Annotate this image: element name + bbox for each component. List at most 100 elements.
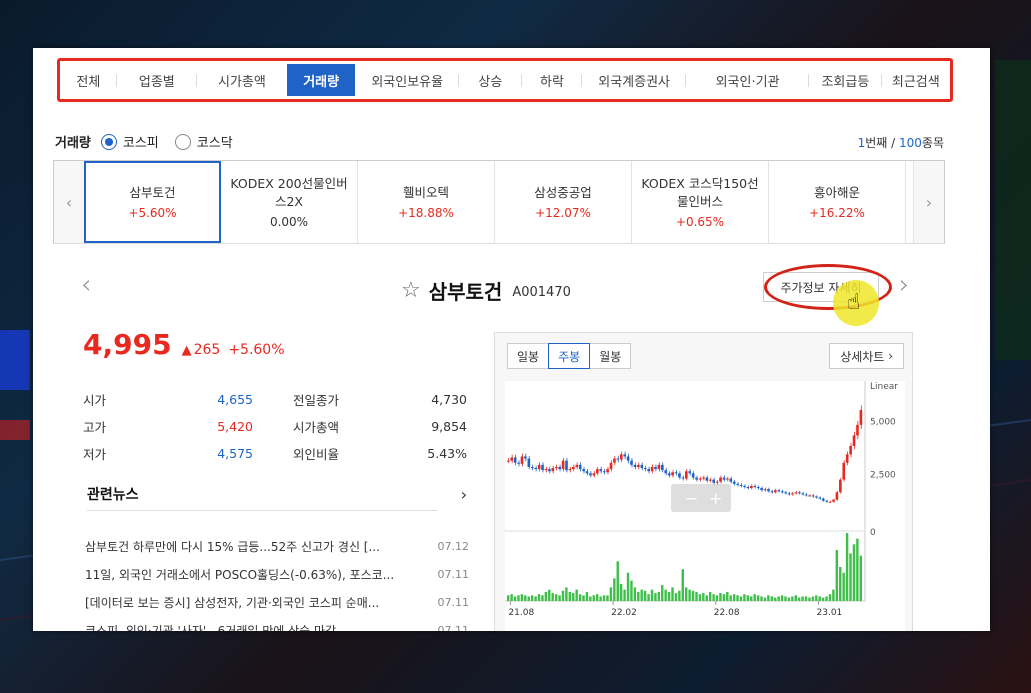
volume-bar [794, 595, 797, 601]
stock-card[interactable]: 휄비오텍 +18.88% [358, 161, 495, 243]
stock-card[interactable]: KODEX 코스닥150선물인버스 +0.65% [632, 161, 769, 243]
carousel-next-button[interactable]: › [913, 161, 944, 243]
chart-tab-1[interactable]: 주봉 [548, 343, 591, 369]
plus-icon[interactable]: + [709, 489, 722, 508]
tab-1[interactable]: 업종별 [117, 64, 198, 96]
candle [787, 493, 791, 495]
chart-tab-0[interactable]: 일봉 [507, 343, 550, 369]
stat-k1: 시가 [83, 393, 107, 408]
candle [633, 464, 637, 467]
volume-bar [825, 596, 828, 601]
tab-10[interactable]: 최근검색 [882, 64, 950, 96]
volume-bar [821, 597, 825, 601]
candle [729, 478, 733, 482]
tab-9[interactable]: 조회급등 [809, 64, 882, 96]
volume-bar [578, 594, 582, 601]
news-item[interactable]: 코스피, 외인·기관 '사자'...6거래일 만에 상승 마감 07.11 [85, 616, 469, 632]
volume-bar [524, 595, 527, 601]
star-icon[interactable]: ☆ [401, 278, 421, 303]
candle [530, 466, 534, 469]
news-title: 관련뉴스 [87, 487, 139, 503]
stat-v2: 5.43% [427, 446, 467, 461]
stock-card[interactable]: KODEX 200선물인버스2X 0.00% [221, 161, 358, 243]
candle [695, 477, 698, 480]
candle [623, 454, 627, 457]
candle [753, 485, 757, 488]
candle [582, 469, 585, 472]
tab-6[interactable]: 하락 [522, 64, 583, 96]
candle [777, 490, 781, 492]
stock-card-change: +12.07% [535, 206, 591, 220]
candle [575, 464, 579, 467]
candle [859, 410, 863, 425]
prev-stock-button[interactable]: ‹ [81, 270, 91, 300]
stock-card[interactable]: 삼성중공업 +12.07% [495, 161, 632, 243]
y-tick-label: 5,000 [870, 418, 896, 428]
volume-bar [688, 589, 691, 601]
volume-bar [633, 587, 637, 601]
detail-chart-button[interactable]: 상세차트 › [829, 343, 904, 369]
x-tick-label: 22.02 [611, 608, 637, 618]
price-change: 265 [193, 342, 221, 358]
news-item[interactable]: [데이터로 보는 증시] 삼성전자, 기관·외국인 코스피 순매... 07.11 [85, 588, 469, 616]
candle [524, 456, 527, 459]
tab-5[interactable]: 상승 [459, 64, 522, 96]
news-header[interactable]: 관련뉴스 › [87, 484, 467, 504]
market-filter: 거래량 코스피 코스닥 [55, 132, 249, 151]
volume-bar [630, 580, 633, 601]
radio-kospi[interactable]: 코스피 [100, 132, 159, 151]
candle [821, 498, 825, 501]
volume-bar [705, 595, 708, 601]
volume-bar [650, 589, 654, 601]
volume-bar [643, 590, 647, 601]
candle [685, 471, 688, 479]
news-date: 07.11 [437, 595, 470, 609]
candle [565, 460, 568, 471]
stat-v1: 4,655 [217, 392, 253, 407]
stock-card[interactable]: 삼부토건 +5.60% [84, 161, 221, 243]
stock-code: A001470 [512, 285, 571, 300]
tab-7[interactable]: 외국계증권사 [582, 64, 686, 96]
rank-suffix: 종목 [921, 136, 944, 150]
tab-2[interactable]: 시가총액 [197, 64, 287, 96]
tab-3[interactable]: 거래량 [286, 64, 356, 96]
news-item[interactable]: 삼부토건 하루만에 다시 15% 급등...52주 신고가 경신 [... 07.… [85, 532, 469, 560]
volume-bar [520, 594, 524, 601]
tab-4[interactable]: 외국인보유율 [355, 64, 459, 96]
stat-k2: 전일종가 [293, 393, 340, 408]
tab-8[interactable]: 외국인·기관 [686, 64, 810, 96]
minus-icon[interactable]: − [685, 489, 698, 508]
y-tick-label: 2,500 [870, 470, 896, 480]
radio-kosdaq[interactable]: 코스닥 [174, 132, 233, 151]
volume-bar [767, 595, 770, 601]
news-item[interactable]: 11일, 외국인 거래소에서 POSCO홀딩스(-0.63%), 포스코... 0… [85, 560, 469, 588]
carousel-prev-button[interactable]: ‹ [54, 161, 85, 243]
candle [609, 462, 613, 470]
news-date: 07.11 [437, 567, 470, 581]
stock-card[interactable]: 흥아해운 +16.22% [769, 161, 906, 243]
y-tick-label: 0 [870, 528, 876, 538]
volume-bar [609, 587, 613, 601]
candle [774, 490, 777, 493]
candle [804, 494, 808, 496]
volume-bar [839, 567, 842, 601]
radio-kosdaq-circle[interactable] [174, 133, 191, 150]
candle [507, 460, 510, 462]
next-stock-button[interactable]: › [899, 270, 909, 300]
stat-row: 고가 5,420 시가총액 9,854 [83, 413, 471, 440]
volume-bar [640, 589, 643, 601]
candle [558, 466, 561, 470]
tab-0[interactable]: 전체 [60, 64, 117, 96]
volume-bar [685, 587, 688, 601]
stock-card-change: +16.22% [809, 206, 865, 220]
stock-card-change: +0.65% [675, 215, 725, 229]
volume-bar [695, 591, 698, 601]
stock-card-name: 삼부토건 [129, 185, 176, 200]
volume-bar [818, 596, 821, 601]
volume-bar [678, 590, 681, 601]
stat-v1: 5,420 [217, 419, 253, 434]
volume-bar [565, 587, 568, 601]
price-chart: 5,000 2,500 0 Linear 21.08 22.02 22.08 23.01 − + [505, 381, 898, 618]
chart-tab-2[interactable]: 월봉 [589, 343, 632, 369]
radio-kospi-circle[interactable] [100, 133, 117, 150]
